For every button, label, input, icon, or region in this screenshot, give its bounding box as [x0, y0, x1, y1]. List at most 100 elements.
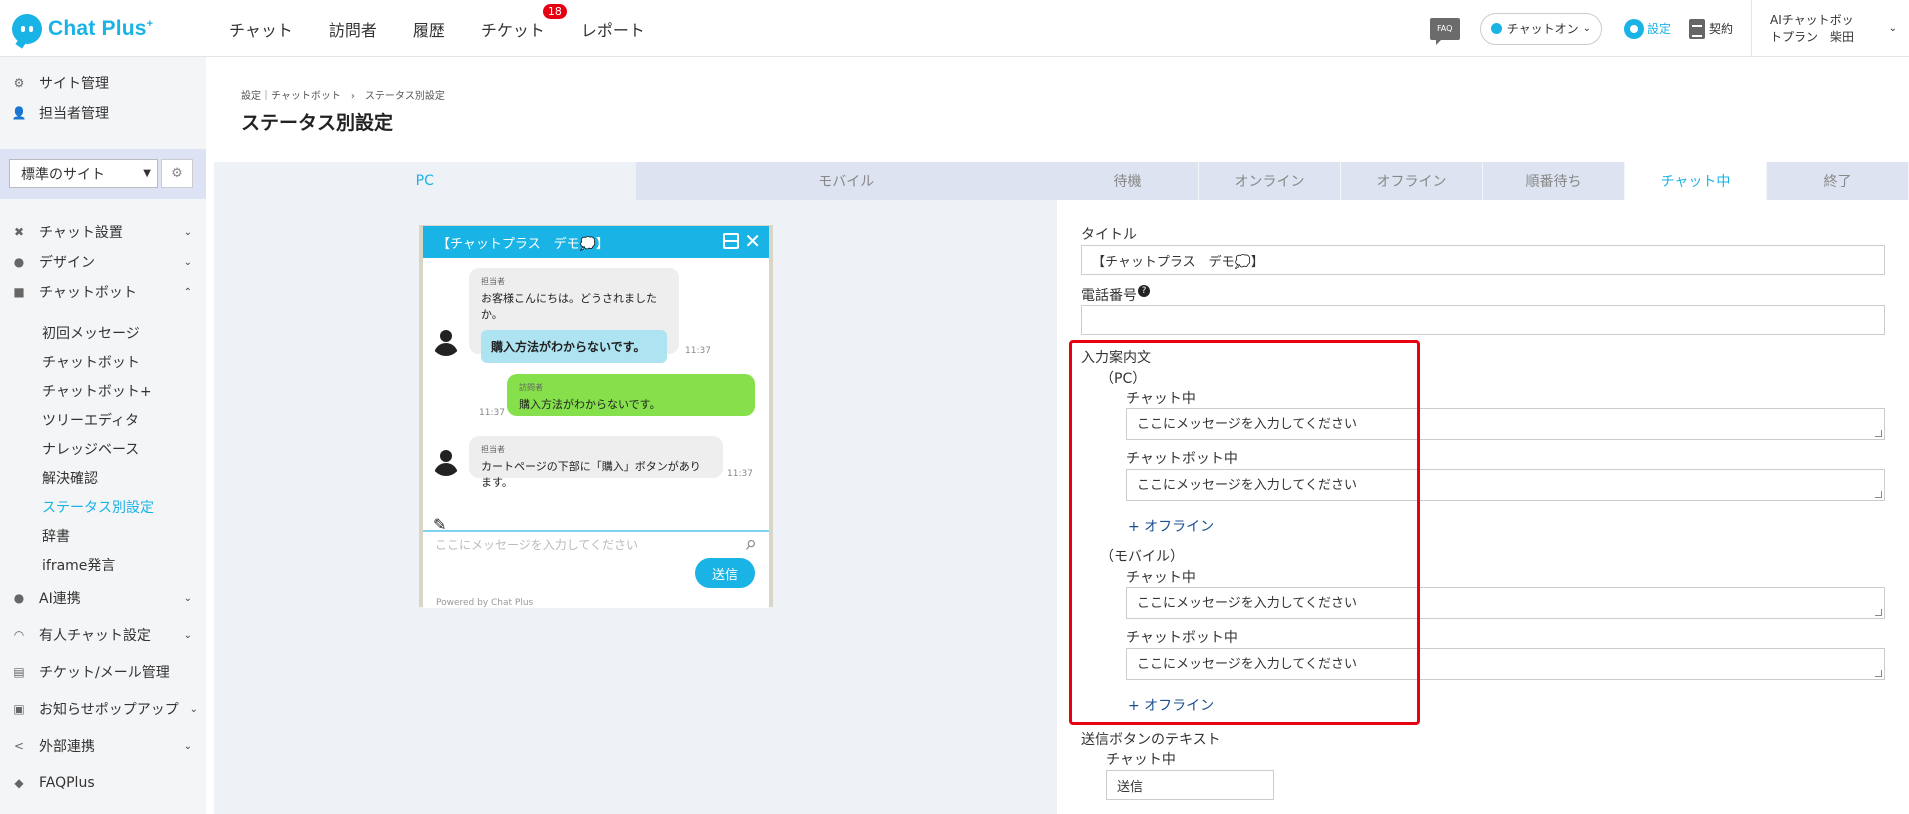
agent-avatar: [431, 446, 461, 476]
sidebar-sub-iframe[interactable]: iframe発言: [42, 555, 115, 575]
settings-label: 設定: [1646, 22, 1671, 36]
palette-icon: ●: [13, 255, 25, 269]
headset-icon: ◠: [13, 628, 25, 642]
phone-input[interactable]: [1081, 305, 1885, 335]
message-time: 11:37: [685, 346, 711, 356]
tab-offline[interactable]: オフライン: [1341, 162, 1483, 200]
nav-chat[interactable]: チャット: [229, 17, 293, 41]
contract-link[interactable]: 契約: [1688, 18, 1733, 39]
chevron-down-icon: ⌄: [1888, 23, 1897, 34]
paperclip-icon[interactable]: ⚲: [742, 537, 759, 555]
sidebar-item-chatbot[interactable]: ■ チャットボット ⌃: [0, 277, 206, 307]
sidebar-item-label: 外部連携: [39, 739, 95, 755]
share-icon: <: [13, 739, 25, 753]
nav-history[interactable]: 履歴: [413, 17, 445, 41]
chatplus-logo[interactable]: Chat Plus+: [12, 14, 153, 44]
nav-tickets[interactable]: チケット 18: [480, 3, 567, 41]
sidebar-sub-knowledge-base[interactable]: ナレッジベース: [42, 439, 139, 459]
sidebar-item-label: チャットボット: [39, 285, 137, 301]
popup-icon: ▣: [13, 702, 25, 716]
tab-ended[interactable]: 終了: [1767, 162, 1909, 200]
user-plan-line1: AIチャットボッ: [1770, 12, 1854, 27]
sidebar-item-label: お知らせポップアップ: [39, 702, 179, 718]
sidebar-item-popup[interactable]: ▣ お知らせポップアップ ⌄: [0, 694, 206, 724]
close-icon[interactable]: ✕: [744, 229, 761, 253]
sidebar-item-faqplus[interactable]: ◆ FAQPlus: [0, 768, 206, 798]
chevron-up-icon: ⌃: [183, 286, 192, 298]
nav-tickets-label: チケット: [480, 20, 545, 40]
site-settings-gear-icon[interactable]: ⚙: [161, 159, 193, 188]
message-sender: 担当者: [481, 445, 505, 454]
tools-icon: ✖: [13, 225, 25, 239]
chatbot-icon: ■: [13, 285, 25, 299]
sidebar-item-site-management[interactable]: ⚙ サイト管理: [0, 68, 206, 98]
sidebar-item-external[interactable]: < 外部連携 ⌄: [0, 731, 206, 761]
sidebar-sub-chatbot[interactable]: チャットボット: [42, 352, 140, 372]
tab-waiting[interactable]: 順番待ち: [1483, 162, 1625, 200]
agent-message-bubble: 担当者 お客様こんにちは。どうされましたか。 購入方法がわからないです。: [469, 268, 679, 363]
widget-messages: 担当者 お客様こんにちは。どうされましたか。 購入方法がわからないです。 11:…: [423, 258, 769, 534]
site-select-value: 標準のサイト: [21, 166, 105, 183]
sidebar-sub-status-settings[interactable]: ステータス別設定: [42, 497, 154, 517]
sidebar-item-design[interactable]: ● デザイン ⌄: [0, 247, 206, 277]
logo-icon: [12, 14, 42, 44]
sidebar-item-label: 有人チャット設定: [39, 628, 151, 644]
chat-status-dropdown[interactable]: チャットオン ⌄: [1479, 12, 1602, 45]
chevron-down-icon: ▼: [143, 168, 151, 179]
sidebar-item-manned-chat[interactable]: ◠ 有人チャット設定 ⌄: [0, 620, 206, 650]
sidebar-sub-first-message[interactable]: 初回メッセージ: [42, 323, 140, 343]
user-plan-line2: トプラン 柴田: [1770, 29, 1855, 44]
status-tabs: 待機 オンライン オフライン 順番待ち チャット中 終了: [1057, 162, 1909, 200]
minimize-icon[interactable]: [723, 233, 739, 249]
title-input[interactable]: 【チャットプラス デモ💭】: [1081, 245, 1885, 275]
list-icon: ▤: [13, 665, 25, 679]
logo-text: Chat Plus: [48, 17, 147, 40]
message-text: カートページの下部に「購入」ボタンがあります。: [481, 460, 701, 489]
chevron-down-icon: ⌄: [183, 629, 192, 641]
tab-chatting[interactable]: チャット中: [1625, 162, 1767, 200]
breadcrumb[interactable]: 設定｜チャットボット › ステータス別設定: [241, 87, 445, 102]
status-dot-icon: [1490, 23, 1502, 34]
user-menu[interactable]: AIチャットボッ トプラン 柴田 ⌄: [1751, 0, 1909, 57]
site-selector-box: 標準のサイト ▼ ⚙: [0, 149, 206, 199]
tab-online[interactable]: オンライン: [1199, 162, 1341, 200]
sidebar-sub-dictionary[interactable]: 辞書: [42, 526, 70, 546]
site-select[interactable]: 標準のサイト ▼: [9, 159, 158, 188]
sidebar-item-label: FAQPlus: [39, 775, 95, 791]
sidebar-sub-chatbot-plus[interactable]: チャットボット+: [42, 381, 152, 401]
logo-plus: +: [146, 18, 154, 30]
sidebar-item-ai[interactable]: ● AI連携 ⌄: [0, 583, 206, 613]
title-label: タイトル: [1081, 227, 1137, 243]
send-button[interactable]: 送信: [695, 558, 755, 588]
chevron-down-icon: ⌄: [183, 592, 192, 604]
chevron-down-icon: ⌄: [1582, 23, 1591, 34]
sidebar-item-label: チケット/メール管理: [39, 665, 170, 681]
visitor-message-bubble: 訪問者 購入方法がわからないです。: [507, 374, 755, 416]
send-button-text-input[interactable]: 送信: [1106, 770, 1274, 800]
message-input[interactable]: ここにメッセージを入力してください: [435, 536, 638, 553]
message-text: 購入方法がわからないです。: [519, 398, 661, 411]
device-tabs: PC モバイル: [214, 162, 1057, 200]
tab-mobile[interactable]: モバイル: [635, 162, 1057, 200]
sidebar-item-ticket-mail[interactable]: ▤ チケット/メール管理: [0, 657, 206, 687]
sidebar-sub-tree-editor[interactable]: ツリーエディタ: [42, 410, 139, 430]
faqplus-icon: ◆: [14, 776, 24, 790]
sidebar-item-label: 担当者管理: [39, 106, 109, 122]
nav-reports[interactable]: レポート: [581, 17, 645, 41]
quick-reply-button[interactable]: 購入方法がわからないです。: [481, 330, 667, 363]
widget-input-area: ここにメッセージを入力してください ⚲ 送信 Powered by Chat P…: [423, 530, 769, 608]
sidebar-item-staff-management[interactable]: 👤 担当者管理: [0, 98, 206, 128]
nav-visitors[interactable]: 訪問者: [329, 17, 377, 41]
phone-label-text: 電話番号: [1081, 288, 1137, 304]
gear-user-icon: ⚙: [13, 76, 25, 90]
sidebar-sub-resolution-check[interactable]: 解決確認: [42, 468, 98, 488]
tab-pc[interactable]: PC: [214, 162, 636, 200]
help-icon[interactable]: ?: [1138, 285, 1150, 297]
settings-link[interactable]: 設定: [1623, 18, 1671, 39]
tab-standby[interactable]: 待機: [1057, 162, 1199, 200]
sidebar-item-label: サイト管理: [39, 76, 109, 92]
faq-icon[interactable]: FAQ: [1429, 17, 1460, 45]
chevron-down-icon: ⌄: [189, 703, 198, 715]
sidebar-item-chat-install[interactable]: ✖ チャット設置 ⌄: [0, 217, 206, 247]
phone-label: 電話番号?: [1081, 285, 1150, 305]
